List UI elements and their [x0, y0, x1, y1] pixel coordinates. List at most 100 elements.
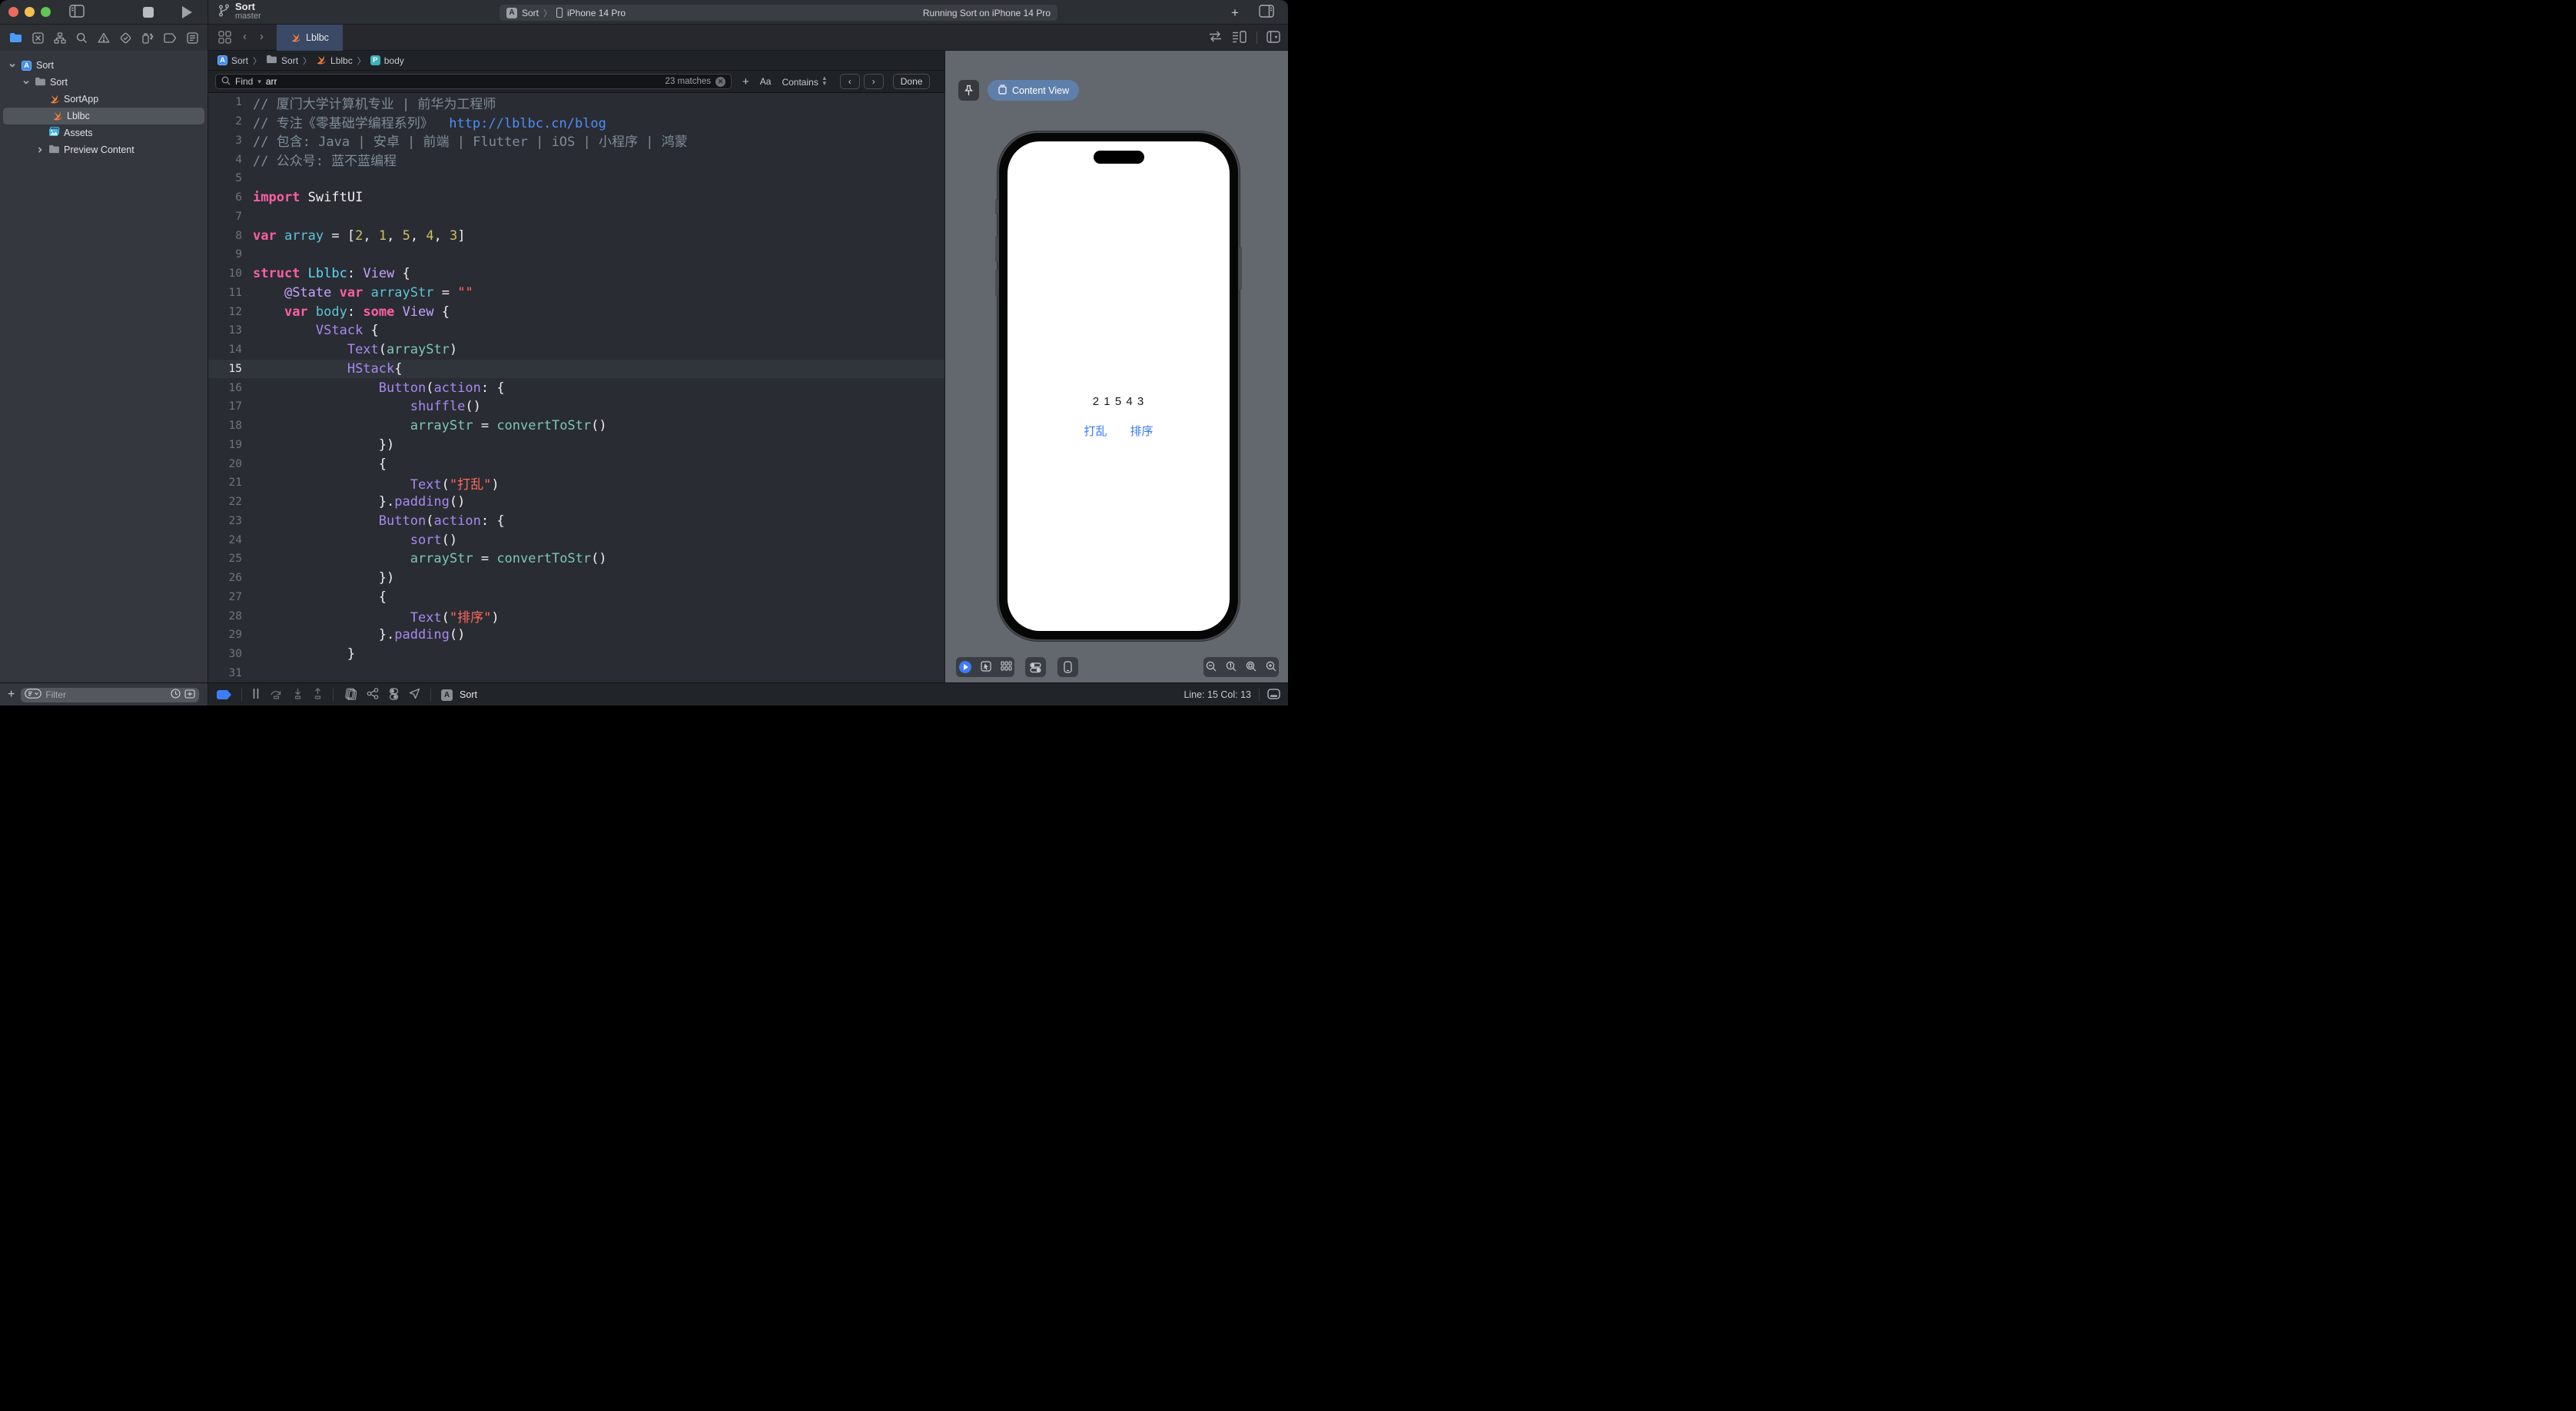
breadcrumb-item-lblbc[interactable]: Lblbc	[316, 54, 353, 67]
code-line-4[interactable]: 4 // 公众号: 蓝不蓝编程	[208, 150, 944, 170]
stop-button[interactable]	[143, 7, 154, 20]
breakpoints-navigator-icon[interactable]	[164, 32, 177, 43]
code-line-26[interactable]: 26 })	[208, 569, 944, 588]
step-out-icon[interactable]	[313, 688, 323, 702]
device-settings-button[interactable]	[1025, 657, 1046, 677]
find-next-button[interactable]: ›	[863, 74, 884, 89]
code-line-18[interactable]: 18 arrayStr = convertToStr()	[208, 417, 944, 436]
code-line-5[interactable]: 5	[208, 169, 944, 188]
preview-target-pill[interactable]: Content View	[988, 80, 1080, 101]
zoom-window-button[interactable]	[41, 7, 51, 17]
code-line-19[interactable]: 19 })	[208, 436, 944, 455]
clear-search-icon[interactable]: ✕	[715, 76, 725, 87]
app-button-sort[interactable]: 排序	[1130, 423, 1154, 439]
add-file-button[interactable]: +	[8, 688, 15, 702]
activity-status-bar[interactable]: A Sort 〉 iPhone 14 Pro Running Sort on i…	[500, 5, 1057, 21]
live-preview-button[interactable]	[958, 661, 971, 673]
search-query[interactable]: arr	[266, 76, 277, 87]
code-line-3[interactable]: 3 // 包含: Java | 安卓 | 前端 | Flutter | iOS |…	[208, 131, 944, 151]
code-line-16[interactable]: 16 Button(action: {	[208, 378, 944, 397]
sidebar-item-sort[interactable]: Sort	[0, 74, 207, 91]
pin-preview-button[interactable]	[958, 80, 979, 101]
step-into-icon[interactable]	[293, 688, 303, 702]
match-case-button[interactable]: Aa	[760, 76, 772, 87]
adjust-editor-options-icon[interactable]	[1232, 30, 1247, 45]
pause-execution-icon[interactable]	[252, 688, 260, 702]
code-line-24[interactable]: 24 sort()	[208, 530, 944, 549]
disclosure-chevron-icon[interactable]	[22, 78, 31, 86]
sidebar-item-sort[interactable]: A Sort	[0, 57, 207, 74]
find-mode-label[interactable]: Find	[235, 76, 253, 87]
find-field[interactable]: Find ▾ arr 23 matches ✕	[215, 74, 732, 89]
code-line-2[interactable]: 2 // 专注《零基础学编程系列》 http://lblbc.cn/blog	[208, 112, 944, 131]
project-navigator-icon[interactable]	[9, 32, 22, 43]
code-line-9[interactable]: 9	[208, 245, 944, 264]
code-line-27[interactable]: 27 {	[208, 588, 944, 607]
code-line-30[interactable]: 30 }	[208, 645, 944, 664]
toggle-left-sidebar-icon[interactable]	[69, 5, 85, 20]
code-line-25[interactable]: 25 arrayStr = convertToStr()	[208, 549, 944, 569]
code-line-28[interactable]: 28 Text("排序")	[208, 606, 944, 626]
canvas-divider[interactable]	[944, 51, 945, 682]
code-line-29[interactable]: 29 }.padding()	[208, 626, 944, 645]
code-line-8[interactable]: 8 var array = [2, 1, 5, 4, 3]	[208, 226, 944, 245]
code-area[interactable]: 1 // 厦门大学计算机专业 | 前华为工程师 2 // 专注《零基础学编程系列》 h…	[208, 93, 944, 682]
code-line-6[interactable]: 6 import SwiftUI	[208, 188, 944, 208]
go-back-icon[interactable]: ‹	[243, 30, 247, 43]
recent-files-icon[interactable]	[171, 689, 181, 701]
code-line-17[interactable]: 17 shuffle()	[208, 397, 944, 417]
disclosure-chevron-icon[interactable]	[35, 146, 45, 154]
tests-navigator-icon[interactable]	[120, 32, 131, 44]
code-line-10[interactable]: 10 struct Lblbc: View {	[208, 264, 944, 284]
match-style-dropdown[interactable]: Contains ▲ ▼	[782, 75, 827, 88]
memory-graph-icon[interactable]	[367, 688, 379, 702]
issues-navigator-icon[interactable]	[98, 32, 110, 43]
code-line-22[interactable]: 22 }.padding()	[208, 493, 944, 512]
find-done-button[interactable]: Done	[892, 74, 931, 89]
source-control-navigator-icon[interactable]	[32, 32, 44, 44]
find-previous-button[interactable]: ‹	[839, 74, 860, 89]
variants-mode-button[interactable]	[1000, 661, 1012, 673]
add-find-criteria-button[interactable]: +	[742, 75, 749, 88]
close-window-button[interactable]	[8, 7, 18, 17]
breadcrumb-item-sort[interactable]: A Sort	[217, 55, 248, 66]
zoom-in-icon[interactable]	[1266, 661, 1276, 674]
debug-navigator-icon[interactable]	[141, 32, 154, 44]
code-line-20[interactable]: 20 {	[208, 454, 944, 473]
code-line-11[interactable]: 11 @State var arrayStr = ""	[208, 284, 944, 303]
sidebar-divider[interactable]	[207, 0, 208, 706]
chevron-down-icon[interactable]: ▾	[257, 78, 261, 86]
sidebar-item-assets[interactable]: Assets	[0, 124, 207, 141]
sidebar-item-lblbc[interactable]: Lblbc	[3, 108, 204, 124]
code-line-15[interactable]: 15 HStack{	[208, 359, 944, 379]
editor-tab-lblbc[interactable]: Lblbc	[277, 25, 343, 51]
environment-overrides-icon[interactable]	[389, 687, 399, 702]
run-button[interactable]	[181, 6, 192, 21]
breakpoints-toggle-icon[interactable]	[217, 690, 231, 699]
code-review-icon[interactable]	[1208, 31, 1223, 45]
symbols-navigator-icon[interactable]	[54, 32, 66, 44]
code-line-14[interactable]: 14 Text(arrayStr)	[208, 340, 944, 360]
minimize-window-button[interactable]	[25, 7, 35, 17]
editor-mode-icon[interactable]	[1267, 688, 1280, 702]
add-editor-icon[interactable]	[1266, 30, 1280, 45]
disclosure-chevron-icon[interactable]	[8, 61, 17, 69]
code-line-21[interactable]: 21 Text("打乱")	[208, 473, 944, 493]
add-button[interactable]: +	[1231, 5, 1239, 21]
editor-grid-icon[interactable]	[218, 31, 231, 46]
reports-navigator-icon[interactable]	[187, 32, 198, 44]
filter-field[interactable]: Filter	[21, 687, 200, 702]
code-line-7[interactable]: 7	[208, 208, 944, 227]
code-line-1[interactable]: 1 // 厦门大学计算机专业 | 前华为工程师	[208, 93, 944, 112]
zoom-out-icon[interactable]	[1206, 661, 1217, 674]
zoom-fit-icon[interactable]	[1246, 661, 1256, 674]
sidebar-item-preview-content[interactable]: Preview Content	[0, 141, 207, 158]
find-navigator-icon[interactable]	[76, 32, 88, 44]
breadcrumb-item-body[interactable]: Pbody	[370, 55, 404, 66]
sidebar-item-sortapp[interactable]: SortApp	[0, 91, 207, 108]
code-line-12[interactable]: 12 var body: some View {	[208, 302, 944, 321]
code-line-13[interactable]: 13 VStack {	[208, 321, 944, 340]
preview-device-button[interactable]	[1057, 657, 1078, 677]
selectable-mode-button[interactable]	[980, 660, 991, 674]
code-line-23[interactable]: 23 Button(action: {	[208, 512, 944, 531]
